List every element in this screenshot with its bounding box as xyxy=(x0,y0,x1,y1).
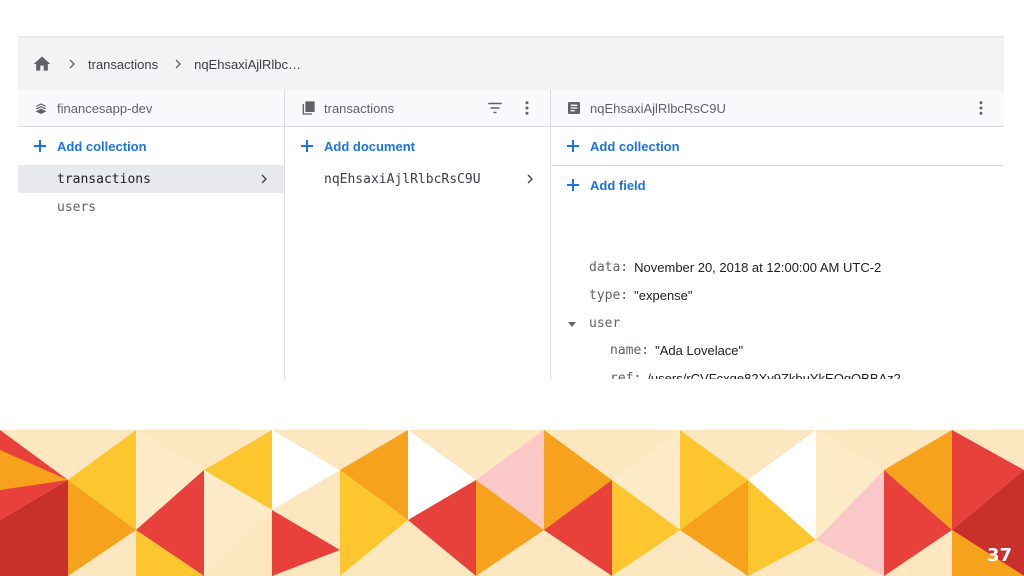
plus-icon xyxy=(34,140,46,152)
add-field-label: Add field xyxy=(590,177,646,193)
add-collection-button[interactable]: Add collection xyxy=(18,127,284,165)
field-key: type: xyxy=(589,288,629,303)
collection-icon xyxy=(302,101,315,115)
document-icon xyxy=(568,102,580,114)
field-user-ref[interactable]: ref: /users/rCVFcxge82Xy9ZkbuYkEQqQBBAz2 xyxy=(610,371,901,379)
add-document-button[interactable]: Add document xyxy=(285,127,550,165)
collection-column: transactions Add document nqEhsaxiAjlRlb… xyxy=(285,90,551,379)
project-column: financesapp-dev Add collection transacti… xyxy=(18,90,285,379)
collection-item-label: transactions xyxy=(57,171,151,187)
field-value: "expense" xyxy=(634,288,693,303)
collection-column-header: transactions xyxy=(285,90,550,127)
plus-icon xyxy=(301,140,313,152)
chevron-right-icon xyxy=(69,59,75,69)
field-data[interactable]: data: November 20, 2018 at 12:00:00 AM U… xyxy=(589,260,881,275)
breadcrumb: transactions nqEhsaxiAjlRlbc… xyxy=(18,38,1004,90)
chevron-right-icon xyxy=(175,59,182,69)
chevron-right-icon xyxy=(261,174,267,184)
field-value: /users/rCVFcxge82Xy9ZkbuYkEQqQBBAz2 xyxy=(647,371,901,379)
document-column-header: nqEhsaxiAjlRlbcRsC9U xyxy=(551,90,1004,127)
project-column-header: financesapp-dev xyxy=(18,90,284,127)
firestore-stack-icon xyxy=(35,103,47,114)
more-vert-icon[interactable] xyxy=(518,99,536,117)
field-value: November 20, 2018 at 12:00:00 AM UTC-2 xyxy=(634,260,882,275)
document-column: nqEhsaxiAjlRlbcRsC9U Add collection Add … xyxy=(551,90,1004,379)
collection-title: transactions xyxy=(324,100,395,116)
add-field-button[interactable]: Add field xyxy=(551,166,1004,204)
caret-down-icon[interactable] xyxy=(567,319,577,329)
field-user-name[interactable]: name: "Ada Lovelace" xyxy=(610,343,743,358)
field-user[interactable]: user xyxy=(567,316,620,331)
decorative-triangle-banner xyxy=(0,430,1024,576)
document-item[interactable]: nqEhsaxiAjlRlbcRsC9U xyxy=(285,165,550,193)
collection-item-transactions[interactable]: transactions xyxy=(18,165,284,193)
collection-item-users[interactable]: users xyxy=(18,193,284,221)
plus-icon xyxy=(567,140,579,152)
field-type[interactable]: type: "expense" xyxy=(589,288,693,303)
page-number: 37 xyxy=(986,545,1012,566)
field-value: "Ada Lovelace" xyxy=(655,343,744,358)
project-title: financesapp-dev xyxy=(57,100,153,116)
filter-icon[interactable] xyxy=(486,99,504,117)
add-document-label: Add document xyxy=(324,138,415,154)
breadcrumb-item-document[interactable]: nqEhsaxiAjlRlbc… xyxy=(194,57,301,72)
home-icon[interactable] xyxy=(32,54,52,74)
field-key: data: xyxy=(589,260,629,275)
add-subcollection-button[interactable]: Add collection xyxy=(551,127,1004,166)
more-vert-icon[interactable] xyxy=(972,99,990,117)
field-key: ref: xyxy=(610,371,642,379)
breadcrumb-item-transactions[interactable]: transactions xyxy=(88,57,158,72)
add-subcollection-label: Add collection xyxy=(590,138,680,154)
plus-icon xyxy=(567,179,579,191)
field-key: user xyxy=(589,316,621,331)
chevron-right-icon xyxy=(527,174,533,184)
collection-item-label: users xyxy=(57,199,97,215)
document-item-label: nqEhsaxiAjlRlbcRsC9U xyxy=(324,171,481,187)
field-key: name: xyxy=(610,343,650,358)
document-title: nqEhsaxiAjlRlbcRsC9U xyxy=(590,100,726,116)
firestore-console: transactions nqEhsaxiAjlRlbc… financesap… xyxy=(18,36,1004,379)
add-collection-label: Add collection xyxy=(57,138,147,154)
